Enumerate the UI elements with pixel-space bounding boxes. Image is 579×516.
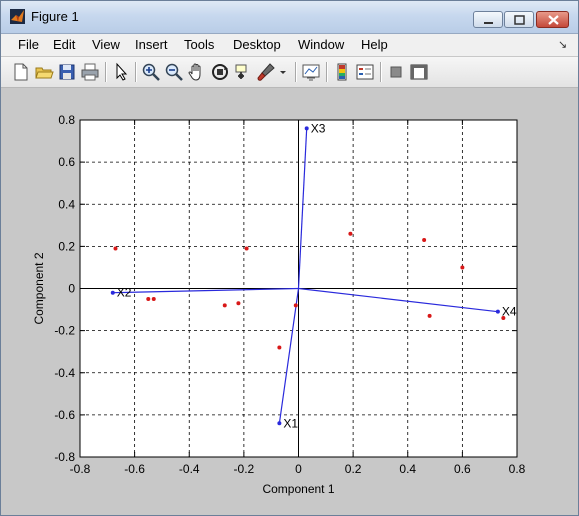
maximize-button[interactable]: [504, 11, 534, 28]
close-icon: [548, 15, 559, 25]
dock-arrow-icon[interactable]: ↘: [558, 38, 567, 51]
brush-dropdown-icon[interactable]: [278, 62, 288, 82]
y-tick-label: -0.4: [54, 366, 75, 380]
x-tick-label: -0.6: [124, 462, 145, 476]
x-tick-label: -0.2: [234, 462, 255, 476]
zoom-in-icon[interactable]: [141, 62, 161, 82]
y-tick-label: 0.2: [58, 239, 75, 253]
x-tick-label: 0.2: [345, 462, 362, 476]
x-axis-label: Component 1: [262, 482, 334, 496]
pan-hand-icon[interactable]: [187, 62, 207, 82]
score-point[interactable]: [277, 345, 282, 350]
print-icon[interactable]: [80, 62, 100, 82]
edit-plot-arrow-icon[interactable]: [111, 62, 131, 82]
figure-window: Figure 1 File Edit View Insert Tools Des…: [0, 0, 579, 516]
y-tick-label: -0.6: [54, 408, 75, 422]
score-point[interactable]: [151, 297, 156, 302]
x-tick-label: 0.4: [399, 462, 416, 476]
menu-desktop[interactable]: Desktop: [233, 37, 281, 52]
menu-file[interactable]: File: [18, 37, 39, 52]
window-title: Figure 1: [31, 9, 79, 24]
vector-endpoint-x3[interactable]: [304, 126, 309, 131]
vector-endpoint-x1[interactable]: [277, 421, 282, 426]
minimize-button[interactable]: [473, 11, 503, 28]
open-file-icon[interactable]: [34, 62, 54, 82]
score-point[interactable]: [244, 246, 249, 251]
figure-canvas: -0.8 -0.6 -0.4 -0.2 0 0.2 0.4 0.6 0.8 -0.8 -0.6 -0.…: [3, 89, 576, 513]
menu-view[interactable]: View: [92, 37, 120, 52]
vector-label-x3: X3: [311, 121, 326, 135]
maximize-icon: [514, 15, 525, 25]
score-point[interactable]: [501, 315, 506, 320]
y-axis-label: Component 2: [32, 252, 46, 324]
y-tick-label: 0.8: [58, 113, 75, 127]
y-tick-label: 0.6: [58, 155, 75, 169]
x-tick-label: 0: [295, 462, 302, 476]
y-tick-label: -0.2: [54, 324, 75, 338]
brush-icon[interactable]: [256, 62, 276, 82]
toolbar-separator: [135, 62, 137, 82]
hide-plot-tools-icon[interactable]: [386, 62, 406, 82]
toolbar-separator: [105, 62, 107, 82]
y-tick-label: 0.4: [58, 197, 75, 211]
y-tick-label: -0.8: [54, 450, 75, 464]
menu-tools[interactable]: Tools: [184, 37, 214, 52]
vector-endpoint-x2[interactable]: [110, 290, 115, 295]
save-icon[interactable]: [57, 62, 77, 82]
score-point[interactable]: [113, 246, 118, 251]
score-point[interactable]: [222, 303, 227, 308]
score-point[interactable]: [427, 313, 432, 318]
show-plot-tools-icon[interactable]: [409, 62, 429, 82]
score-point[interactable]: [146, 297, 151, 302]
matlab-logo-icon: [10, 9, 25, 24]
zoom-out-icon[interactable]: [164, 62, 184, 82]
y-tick-label: 0: [68, 282, 75, 296]
close-button[interactable]: [536, 11, 569, 28]
rotate-3d-icon[interactable]: [210, 62, 230, 82]
x-tick-label: 0.8: [509, 462, 526, 476]
vector-endpoint-x4[interactable]: [495, 309, 500, 314]
menu-help[interactable]: Help: [361, 37, 388, 52]
x-tick-label: -0.4: [179, 462, 200, 476]
data-cursor-icon[interactable]: [233, 62, 253, 82]
menu-bar: File Edit View Insert Tools Desktop Wind…: [1, 34, 578, 56]
vector-label-x1: X1: [283, 416, 298, 430]
link-plot-icon[interactable]: [301, 62, 321, 82]
score-point[interactable]: [348, 231, 353, 236]
title-bar[interactable]: Figure 1: [1, 1, 578, 34]
biplot-chart[interactable]: -0.8 -0.6 -0.4 -0.2 0 0.2 0.4 0.6 0.8 -0.8 -0.6 -0.…: [3, 89, 576, 513]
new-figure-icon[interactable]: [11, 62, 31, 82]
figure-toolbar: [1, 57, 578, 88]
legend-icon[interactable]: [355, 62, 375, 82]
score-point[interactable]: [236, 301, 241, 306]
menu-insert[interactable]: Insert: [135, 37, 168, 52]
minimize-icon: [484, 22, 493, 24]
toolbar-separator: [380, 62, 382, 82]
toolbar-separator: [295, 62, 297, 82]
x-tick-label: -0.8: [70, 462, 91, 476]
score-point[interactable]: [460, 265, 465, 270]
x-tick-label: 0.6: [454, 462, 471, 476]
menu-edit[interactable]: Edit: [53, 37, 75, 52]
score-point[interactable]: [422, 238, 427, 243]
vector-label-x2: X2: [117, 286, 132, 300]
toolbar-separator: [326, 62, 328, 82]
colorbar-icon[interactable]: [332, 62, 352, 82]
menu-window[interactable]: Window: [298, 37, 344, 52]
score-point[interactable]: [293, 303, 298, 308]
